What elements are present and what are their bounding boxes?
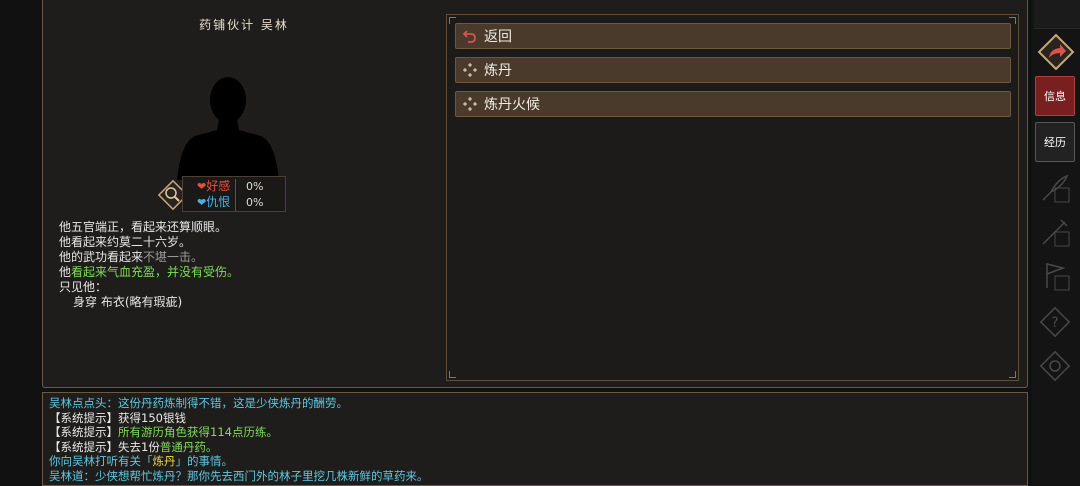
log-line: 【系统提示】获得150银钱 bbox=[49, 410, 186, 425]
svg-text:?: ? bbox=[1051, 315, 1058, 331]
equipment-line: 身穿 布衣(略有瑕疵) bbox=[73, 295, 183, 309]
diamond-icon bbox=[456, 97, 484, 111]
faded-help-icon[interactable]: ? bbox=[1037, 304, 1073, 340]
favor-value: 0% bbox=[235, 179, 263, 195]
log-lines: 吴林点点头：这份丹药炼制得不错，这是少侠炼丹的酬劳。 【系统提示】获得150银钱… bbox=[49, 396, 429, 483]
health-status: 看起来气血充盈，并没有受伤。 bbox=[71, 265, 240, 279]
relation-box: ❤好感 0% ❤仇恨 0% bbox=[182, 176, 286, 212]
heart-icon: ❤ bbox=[197, 180, 207, 193]
hatred-label: 仇恨 bbox=[206, 195, 231, 209]
favor-row: ❤好感 0% bbox=[197, 178, 263, 195]
npc-description: 他五官端正，看起来还算顺眼。 他看起来约莫二十六岁。 他的武功看起来不堪一击。 … bbox=[59, 220, 239, 310]
log-line: 吴林点点头：这份丹药炼制得不错，这是少侠炼丹的酬劳。 bbox=[49, 396, 348, 410]
desc-line: 他看起来约莫二十六岁。 bbox=[59, 235, 192, 249]
history-tab[interactable]: 经历 bbox=[1035, 122, 1075, 162]
martial-status: 不堪一击。 bbox=[143, 250, 204, 264]
info-tab[interactable]: 信息 bbox=[1035, 76, 1075, 116]
favor-label: 好感 bbox=[206, 179, 231, 193]
faded-settings-icon[interactable] bbox=[1037, 348, 1073, 384]
alchemy-heat-label: 炼丹火候 bbox=[484, 97, 540, 113]
alchemy-heat-button[interactable]: 炼丹火候 bbox=[455, 91, 1011, 117]
npc-portrait-silhouette bbox=[177, 77, 279, 180]
log-line: 【系统提示】失去1份普通丹药。 bbox=[49, 439, 218, 454]
history-tab-label: 经历 bbox=[1044, 136, 1066, 149]
alchemy-button[interactable]: 炼丹 bbox=[455, 57, 1011, 83]
return-label: 返回 bbox=[484, 29, 512, 45]
desc-line: 他看起来气血充盈，并没有受伤。 bbox=[59, 265, 240, 279]
desc-line: 只见他： bbox=[59, 280, 108, 294]
action-menu: 返回 炼丹 炼丹火候 bbox=[446, 14, 1019, 381]
npc-title: 药铺伙计 吴林 bbox=[199, 18, 289, 32]
desc-line: 他的武功看起来不堪一击。 bbox=[59, 250, 204, 264]
faded-flag-icon[interactable] bbox=[1037, 258, 1073, 294]
diamond-icon bbox=[456, 63, 484, 77]
hatred-row: ❤仇恨 0% bbox=[197, 194, 263, 211]
hatred-value: 0% bbox=[235, 195, 263, 211]
log-line: 吴林道：少侠想帮忙炼丹？那你先去西门外的林子里挖几株新鲜的草药来。 bbox=[49, 468, 429, 483]
share-arrow-icon[interactable] bbox=[1036, 32, 1076, 72]
alchemy-label: 炼丹 bbox=[484, 63, 512, 79]
faded-brush-icon[interactable] bbox=[1037, 170, 1073, 206]
log-line: 【系统提示】所有游历角色获得114点历练。 bbox=[49, 425, 278, 439]
return-button[interactable]: 返回 bbox=[455, 23, 1011, 49]
return-arrow-icon bbox=[456, 29, 484, 43]
info-tab-label: 信息 bbox=[1044, 90, 1066, 103]
faded-sword-icon[interactable] bbox=[1037, 214, 1073, 250]
message-log[interactable]: 吴林点点头：这份丹药炼制得不错，这是少侠炼丹的酬劳。 【系统提示】获得150银钱… bbox=[42, 392, 1028, 486]
sidebar-top-bar bbox=[1034, 0, 1080, 29]
heart-icon: ❤ bbox=[197, 196, 207, 209]
log-line: 你向吴林打听有关「炼丹」的事情。 bbox=[49, 454, 233, 468]
desc-line: 他五官端正，看起来还算顺眼。 bbox=[59, 220, 228, 234]
